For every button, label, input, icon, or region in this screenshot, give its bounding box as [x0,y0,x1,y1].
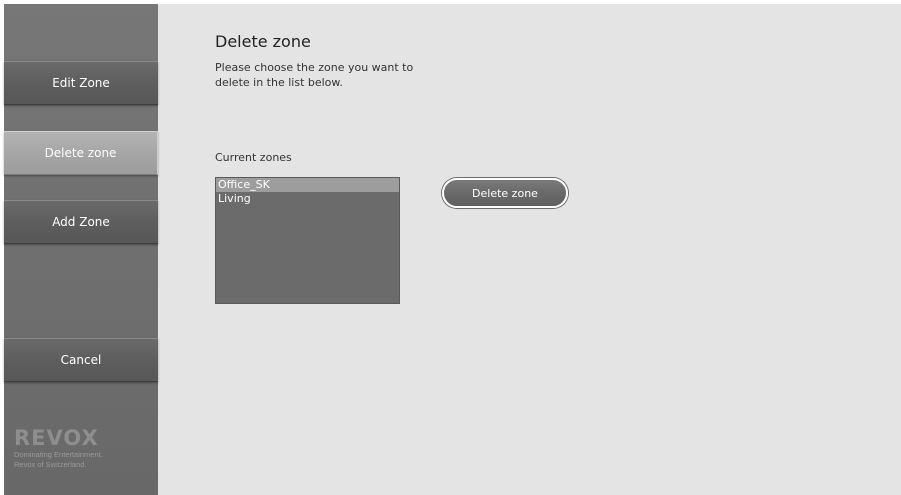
revox-logo: REVOX Dominating Entertainment. Revox of… [14,426,154,470]
zone-name: Living [218,192,251,205]
edit-zone-button[interactable]: Edit Zone [4,61,158,105]
zone-list[interactable]: Office_SK Living [215,177,400,304]
delete-zone-nav-button[interactable]: Delete zone [4,131,158,175]
page-title: Delete zone [215,32,311,51]
delete-zone-button-label: Delete zone [472,186,538,200]
add-zone-label: Add Zone [52,215,110,229]
logo-tagline-2: Revox of Switzerland. [14,460,87,469]
logo-wordmark: REVOX [14,426,99,450]
delete-zone-button[interactable]: Delete zone [442,178,568,208]
delete-zone-nav-label: Delete zone [44,146,117,160]
current-zones-label: Current zones [215,151,292,164]
list-item[interactable]: Office_SK [216,178,399,192]
main-panel: Delete zone Please choose the zone you w… [158,4,901,495]
list-item[interactable]: Living [216,192,399,206]
add-zone-button[interactable]: Add Zone [4,200,158,244]
zone-name: Office_SK [218,178,270,191]
app-window: Edit Zone Delete zone Add Zone Cancel RE… [4,4,901,495]
cancel-label: Cancel [60,353,102,367]
page-description: Please choose the zone you want to delet… [215,61,414,89]
cancel-button[interactable]: Cancel [4,338,158,382]
sidebar: Edit Zone Delete zone Add Zone Cancel RE… [4,4,158,495]
logo-tagline-1: Dominating Entertainment. [14,450,103,459]
edit-zone-label: Edit Zone [52,76,110,90]
